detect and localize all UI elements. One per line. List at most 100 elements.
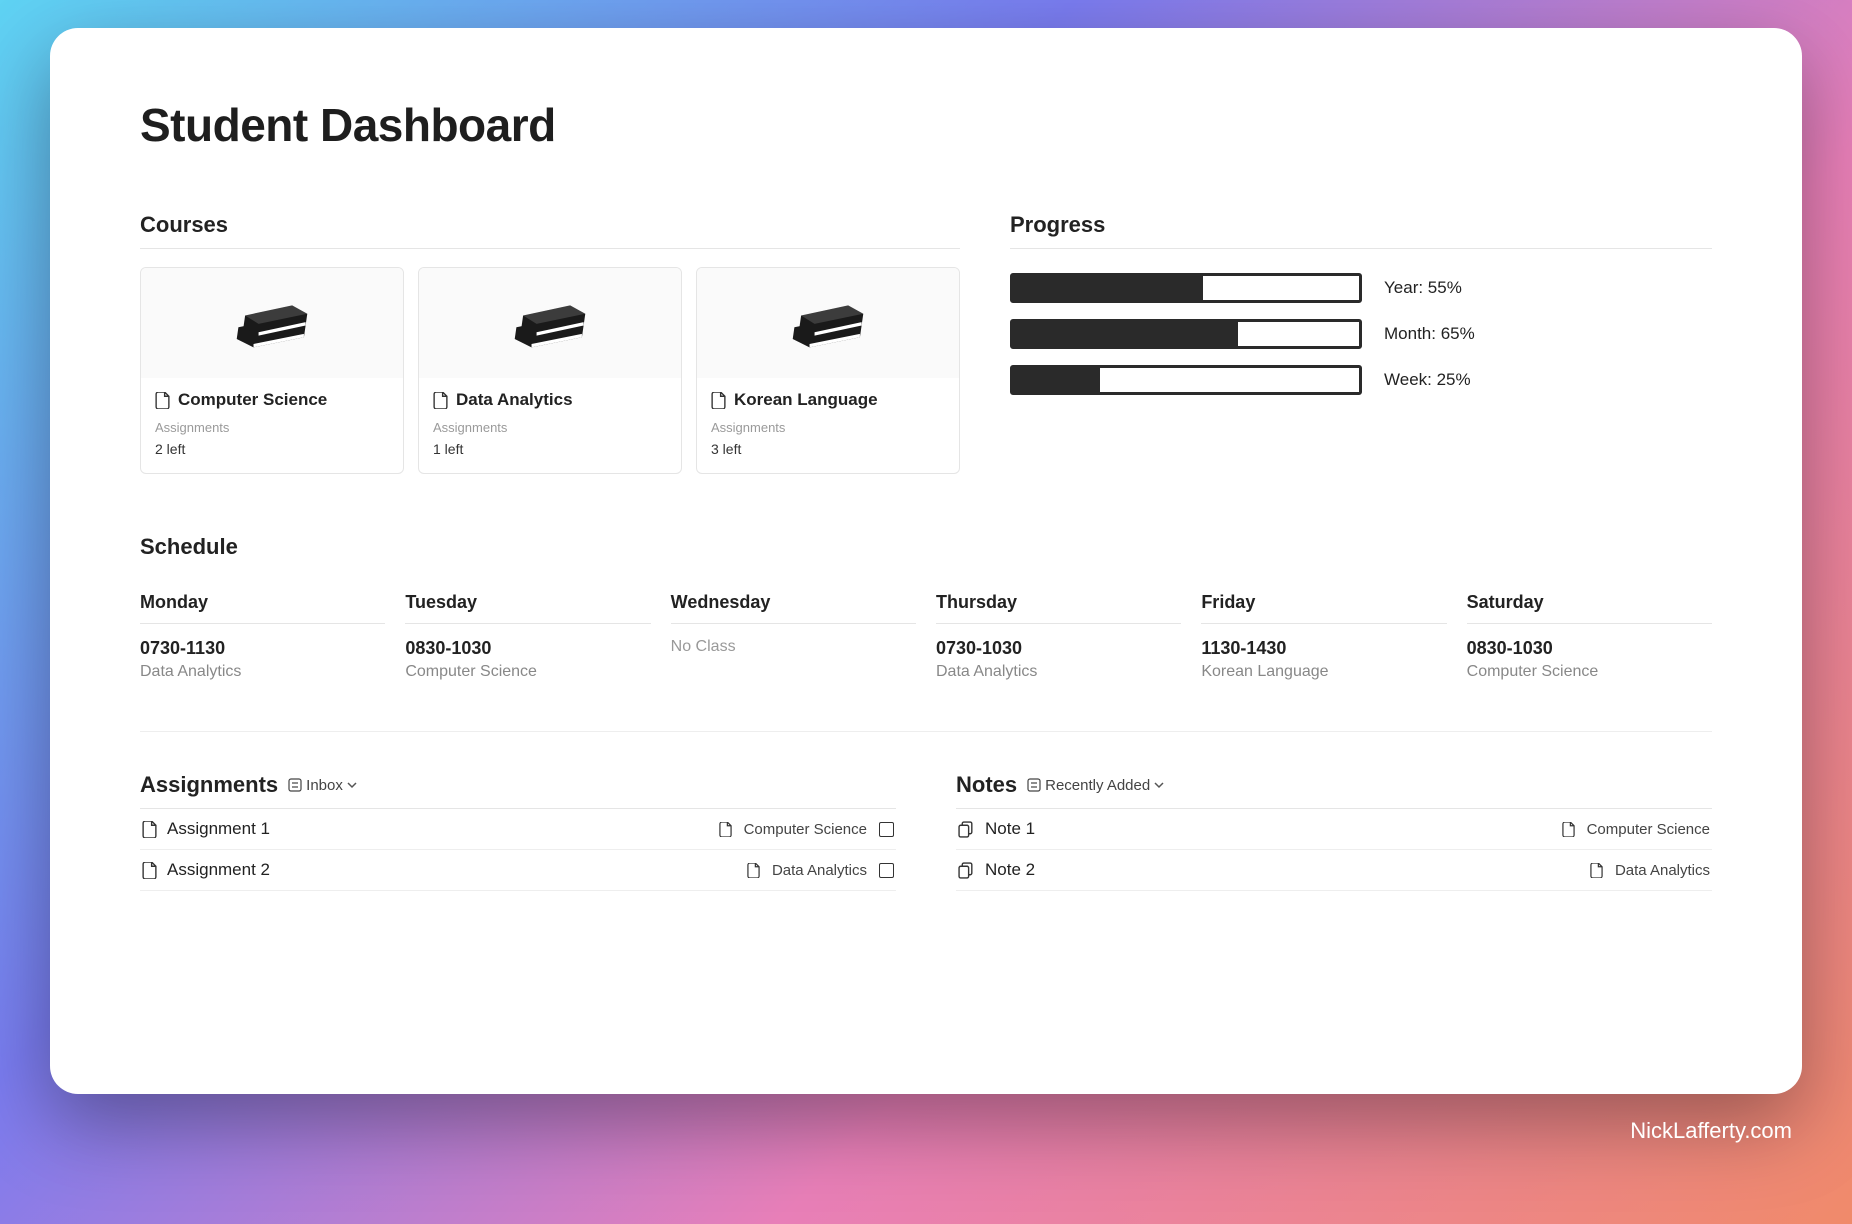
- app-window: Student Dashboard Courses Computer Scien…: [50, 28, 1802, 1094]
- schedule-column: Friday 1130-1430 Korean Language: [1201, 592, 1446, 681]
- course-cover: [141, 268, 403, 378]
- page-icon: [155, 392, 170, 409]
- notes-heading: Notes: [956, 772, 1017, 798]
- assignments-heading: Assignments: [140, 772, 278, 798]
- note-row: Note 1 Computer Science: [956, 809, 1712, 850]
- chevron-down-icon: [347, 780, 357, 790]
- page-icon: [1590, 863, 1603, 878]
- assignment-title: Assignment 2: [167, 860, 270, 880]
- course-cover: [697, 268, 959, 378]
- note-icon: [958, 862, 975, 879]
- page-icon: [747, 863, 760, 878]
- assignment-link[interactable]: Assignment 1: [142, 819, 270, 839]
- course-card[interactable]: Data Analytics Assignments 1 left: [418, 267, 682, 474]
- schedule-column: Wednesday No Class: [671, 592, 916, 681]
- note-course: Computer Science: [1587, 821, 1710, 838]
- chevron-down-icon: [1154, 780, 1164, 790]
- course-meta-label: Assignments: [155, 420, 389, 435]
- schedule-no-class: No Class: [671, 638, 916, 656]
- progress-label: Week: 25%: [1384, 370, 1471, 390]
- schedule-time: 0830-1030: [405, 638, 650, 659]
- schedule-column: Saturday 0830-1030 Computer Science: [1467, 592, 1712, 681]
- progress-bar: [1010, 319, 1362, 349]
- course-meta-label: Assignments: [433, 420, 667, 435]
- schedule-course: Data Analytics: [140, 663, 385, 681]
- page-icon: [719, 822, 732, 837]
- assignments-view-selector[interactable]: Inbox: [288, 777, 357, 794]
- notes-section: Notes Recently Added Note 1 Computer Sci…: [956, 772, 1712, 891]
- schedule-course: Computer Science: [405, 663, 650, 681]
- assignment-title: Assignment 1: [167, 819, 270, 839]
- schedule-day: Thursday: [936, 592, 1181, 624]
- assignment-row: Assignment 1 Computer Science: [140, 809, 896, 850]
- list-icon: [288, 778, 302, 792]
- note-icon: [958, 821, 975, 838]
- schedule-course: Data Analytics: [936, 663, 1181, 681]
- courses-heading: Courses: [140, 212, 960, 249]
- course-title: Computer Science: [178, 390, 327, 410]
- assignment-course: Computer Science: [744, 821, 867, 838]
- schedule-course: Computer Science: [1467, 663, 1712, 681]
- page-icon: [433, 392, 448, 409]
- course-title: Data Analytics: [456, 390, 573, 410]
- schedule-time: 0730-1130: [140, 638, 385, 659]
- notes-view-selector[interactable]: Recently Added: [1027, 777, 1164, 794]
- note-course: Data Analytics: [1615, 862, 1710, 879]
- progress-fill: [1013, 368, 1100, 392]
- books-icon: [786, 293, 870, 353]
- progress-bar: [1010, 365, 1362, 395]
- courses-section: Courses Computer Science Assignments 2 l…: [140, 212, 960, 474]
- page-icon: [711, 392, 726, 409]
- page-title: Student Dashboard: [140, 98, 1712, 152]
- schedule-time: 0730-1030: [936, 638, 1181, 659]
- progress-row: Week: 25%: [1010, 365, 1712, 395]
- note-link[interactable]: Note 2: [958, 860, 1035, 880]
- books-icon: [230, 293, 314, 353]
- progress-label: Month: 65%: [1384, 324, 1475, 344]
- assignment-checkbox[interactable]: [879, 863, 894, 878]
- assignment-row: Assignment 2 Data Analytics: [140, 850, 896, 891]
- progress-row: Month: 65%: [1010, 319, 1712, 349]
- schedule-time: 1130-1430: [1201, 638, 1446, 659]
- note-title: Note 2: [985, 860, 1035, 880]
- schedule-column: Thursday 0730-1030 Data Analytics: [936, 592, 1181, 681]
- schedule-day: Monday: [140, 592, 385, 624]
- schedule-section: Schedule Monday0730-1130 Data AnalyticsT…: [140, 534, 1712, 732]
- progress-section: Progress Year: 55% Month: 65% Week: 25%: [1010, 212, 1712, 474]
- course-meta-value: 2 left: [155, 441, 389, 457]
- course-cover: [419, 268, 681, 378]
- course-meta-value: 1 left: [433, 441, 667, 457]
- watermark: NickLafferty.com: [1630, 1118, 1792, 1144]
- schedule-column: Tuesday 0830-1030 Computer Science: [405, 592, 650, 681]
- schedule-day: Saturday: [1467, 592, 1712, 624]
- schedule-day: Friday: [1201, 592, 1446, 624]
- course-meta-value: 3 left: [711, 441, 945, 457]
- progress-fill: [1013, 276, 1203, 300]
- course-card[interactable]: Computer Science Assignments 2 left: [140, 267, 404, 474]
- assignments-view-label: Inbox: [306, 777, 343, 794]
- course-title: Korean Language: [734, 390, 878, 410]
- assignments-section: Assignments Inbox Assignment 1 Computer …: [140, 772, 896, 891]
- page-icon: [142, 862, 157, 879]
- note-row: Note 2 Data Analytics: [956, 850, 1712, 891]
- assignment-link[interactable]: Assignment 2: [142, 860, 270, 880]
- page-icon: [142, 821, 157, 838]
- progress-bar: [1010, 273, 1362, 303]
- schedule-time: 0830-1030: [1467, 638, 1712, 659]
- note-link[interactable]: Note 1: [958, 819, 1035, 839]
- progress-heading: Progress: [1010, 212, 1712, 249]
- progress-label: Year: 55%: [1384, 278, 1462, 298]
- progress-fill: [1013, 322, 1238, 346]
- assignment-checkbox[interactable]: [879, 822, 894, 837]
- schedule-day: Tuesday: [405, 592, 650, 624]
- schedule-course: Korean Language: [1201, 663, 1446, 681]
- schedule-heading: Schedule: [140, 534, 1712, 570]
- schedule-day: Wednesday: [671, 592, 916, 624]
- list-icon: [1027, 778, 1041, 792]
- assignment-course: Data Analytics: [772, 862, 867, 879]
- course-card[interactable]: Korean Language Assignments 3 left: [696, 267, 960, 474]
- notes-view-label: Recently Added: [1045, 777, 1150, 794]
- books-icon: [508, 293, 592, 353]
- progress-row: Year: 55%: [1010, 273, 1712, 303]
- course-meta-label: Assignments: [711, 420, 945, 435]
